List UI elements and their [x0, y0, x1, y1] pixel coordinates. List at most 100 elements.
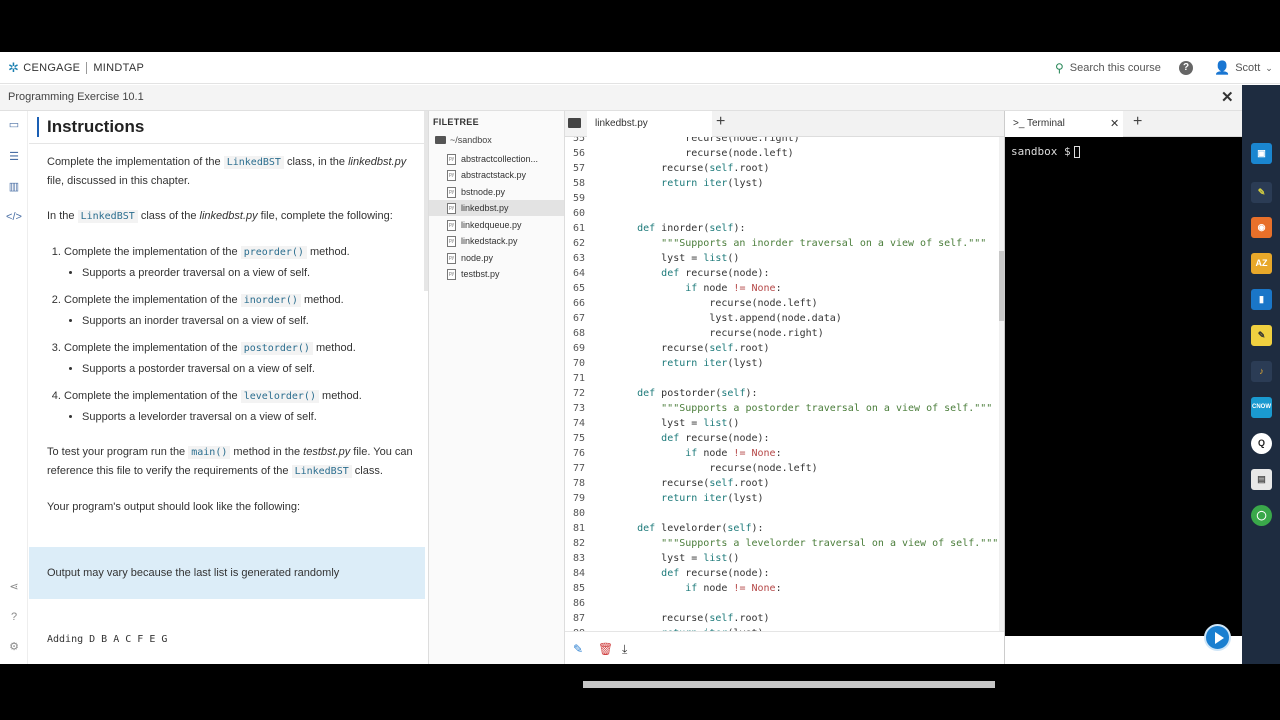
new-terminal-button[interactable]: + [1133, 113, 1142, 131]
code-line[interactable]: recurse(node.right) [613, 328, 823, 339]
circle-app-icon[interactable]: ◯ [1251, 505, 1272, 526]
chart-icon[interactable]: ▥ [6, 179, 22, 195]
file-item[interactable]: py linkedqueue.py [429, 217, 564, 233]
file-name: node.py [461, 253, 494, 263]
text: To test your program run the [47, 446, 189, 458]
close-icon[interactable]: ✕ [1110, 117, 1119, 130]
file-item[interactable]: py node.py [429, 250, 564, 266]
download-icon[interactable]: ⤓ [622, 642, 627, 657]
editor-footer: ✎ 🗑 ⤓ [565, 631, 1004, 664]
text: method. [300, 294, 344, 306]
code-line[interactable]: if node != None: [613, 448, 781, 459]
code-line[interactable]: def recurse(node): [613, 433, 769, 444]
cengage-mark-icon: ✲ [8, 60, 20, 75]
code-line[interactable]: recurse(self.root) [613, 163, 769, 174]
instructions-panel: Instructions Complete the implementation… [29, 111, 428, 664]
code-line[interactable]: """Supports a postorder traversal on a v… [613, 403, 992, 414]
file-item-active[interactable]: py linkedbst.py [429, 200, 564, 216]
code-line[interactable]: recurse(node.left) [613, 148, 793, 159]
code-line[interactable]: def postorder(self): [613, 388, 757, 399]
code-line[interactable]: recurse(node.right) [613, 137, 799, 144]
file-item[interactable]: py testbst.py [429, 266, 564, 282]
rss-app-icon[interactable]: ◉ [1251, 217, 1272, 238]
book-icon[interactable]: ▭ [6, 117, 22, 133]
code-line[interactable]: if node != None: [613, 583, 781, 594]
code-line[interactable]: return iter(lyst) [613, 493, 763, 504]
code-line[interactable]: lyst = list() [613, 418, 739, 429]
code-line[interactable]: lyst = list() [613, 253, 739, 264]
line-number: 81 [572, 523, 585, 534]
new-tab-button[interactable]: + [716, 113, 725, 131]
terminal-screen[interactable]: sandbox $ [1005, 137, 1242, 636]
folder-toggle-icon[interactable] [568, 118, 581, 128]
dictionary-app-icon[interactable]: AZ [1251, 253, 1272, 274]
instructions-paragraph: Complete the implementation of the Linke… [47, 153, 417, 190]
code-line[interactable]: return iter(lyst) [613, 358, 763, 369]
code-line[interactable]: lyst.append(node.data) [613, 313, 841, 324]
close-icon[interactable]: ✕ [1221, 88, 1234, 106]
code-line[interactable]: recurse(self.root) [613, 613, 769, 624]
briefcase-app-icon[interactable]: ▣ [1251, 143, 1272, 164]
trash-icon[interactable]: 🗑 [598, 642, 613, 656]
list-icon[interactable]: ☰ [6, 149, 22, 165]
app-frame: ✲ CENGAGE MINDTAP ⚲ Search this course ?… [0, 52, 1280, 688]
pencil-icon[interactable]: ✎ [573, 642, 583, 656]
audio-app-icon[interactable]: ♪ [1251, 361, 1272, 382]
code-line[interactable]: def recurse(node): [613, 268, 769, 279]
code-line[interactable]: """Supports an inorder traversal on a vi… [613, 238, 986, 249]
terminal-tab[interactable]: >_ Terminal ✕ [1005, 111, 1123, 137]
pencil-app-icon[interactable]: ✎ [1251, 182, 1272, 203]
file-item[interactable]: py bstnode.py [429, 184, 564, 200]
editor-tab[interactable]: linkedbst.py [587, 111, 712, 137]
code-line[interactable]: def levelorder(self): [613, 523, 763, 534]
file-item[interactable]: py abstractcollection... [429, 151, 564, 167]
document-app-icon[interactable]: ▤ [1251, 469, 1272, 490]
line-number: 55 [572, 137, 585, 144]
text: Complete the implementation of the [64, 390, 241, 402]
user-icon: 👤 [1214, 60, 1231, 75]
file-item[interactable]: py linkedstack.py [429, 233, 564, 249]
user-menu[interactable]: 👤 Scott ⌄ [1214, 60, 1273, 76]
cnow-app-icon[interactable]: CNOW [1251, 397, 1272, 418]
file-name: linkedbst.py [461, 203, 509, 213]
text: Complete the implementation of the [64, 246, 241, 258]
step-subitem: Supports a postorder traversal on a view… [82, 360, 417, 378]
code-area[interactable]: 55 recurse(node.right) 56 recurse(node.le… [565, 137, 1000, 631]
cengage-logo[interactable]: ✲ CENGAGE MINDTAP [8, 60, 144, 75]
share-icon[interactable]: ⋖ [6, 579, 22, 595]
line-number: 80 [572, 508, 585, 519]
code-line[interactable]: """Supports a levelorder traversal on a … [613, 538, 998, 549]
line-number: 68 [572, 328, 585, 339]
code-line[interactable]: recurse(node.left) [613, 298, 817, 309]
line-number: 71 [572, 373, 585, 384]
code-line[interactable]: recurse(self.root) [613, 343, 769, 354]
line-number: 86 [572, 598, 585, 609]
code-line[interactable]: lyst = list() [613, 553, 739, 564]
code-icon[interactable]: </> [6, 209, 22, 225]
play-button[interactable] [1204, 624, 1231, 651]
code-line[interactable]: return iter(lyst) [613, 178, 763, 189]
notes-app-icon[interactable]: ✎ [1251, 325, 1272, 346]
code-line[interactable]: recurse(self.root) [613, 478, 769, 489]
help-icon[interactable]: ? [1179, 61, 1193, 75]
gear-icon[interactable]: ⚙ [6, 639, 22, 655]
file-name: linkedbst.py [199, 210, 258, 222]
help-circle-icon[interactable]: ? [6, 609, 22, 625]
file-item[interactable]: py abstractstack.py [429, 167, 564, 183]
code-line[interactable]: if node != None: [613, 283, 781, 294]
code-line[interactable]: def inorder(self): [613, 223, 745, 234]
search-app-icon[interactable]: Q [1251, 433, 1272, 454]
line-number: 73 [572, 403, 585, 414]
top-bar: ✲ CENGAGE MINDTAP ⚲ Search this course ?… [0, 52, 1280, 84]
line-number: 56 [572, 148, 585, 159]
search-label: Search this course [1069, 62, 1161, 74]
terminal-prompt: sandbox $ [1011, 145, 1071, 158]
code-line[interactable]: def recurse(node): [613, 568, 769, 579]
line-number: 75 [572, 433, 585, 444]
editor-horizontal-scrollbar[interactable] [583, 681, 995, 688]
line-number: 77 [572, 463, 585, 474]
search-course[interactable]: ⚲ Search this course [1055, 61, 1161, 75]
sandbox-folder[interactable]: ~/sandbox [435, 135, 492, 145]
code-line[interactable]: recurse(node.left) [613, 463, 817, 474]
book-app-icon[interactable]: ▮ [1251, 289, 1272, 310]
